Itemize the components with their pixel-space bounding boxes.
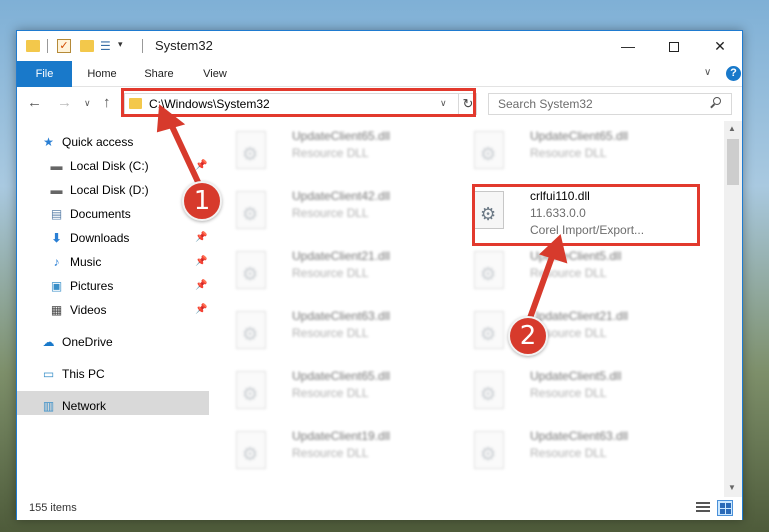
scrollbar-thumb[interactable] [727, 139, 739, 185]
pin-icon: 📌 [195, 280, 208, 291]
vertical-scrollbar[interactable]: ▲ ▼ [724, 121, 742, 497]
maximize-icon [669, 42, 679, 53]
list-item[interactable]: ⚙ UpdateClient65.dll Resource DLL [226, 365, 446, 415]
search-placeholder: Search System32 [498, 97, 593, 111]
tab-file[interactable]: File [17, 61, 72, 87]
forward-button[interactable]: → [57, 94, 72, 111]
sidebar-item-videos[interactable]: ▦ Videos 📌 [17, 299, 212, 321]
dll-file-icon: ⚙ [474, 431, 508, 471]
status-bar: 155 items [17, 497, 742, 520]
customize-toolbar-chevron-icon[interactable]: ▾ [118, 39, 123, 55]
scroll-down-icon[interactable]: ▼ [728, 483, 736, 492]
cloud-icon: ☁ [42, 335, 55, 349]
list-item[interactable]: ⚙ UpdateClient63.dll Resource DLL [464, 425, 684, 475]
dll-file-icon: ⚙ [236, 311, 270, 351]
sidebar-item-downloads[interactable]: ⬇ Downloads 📌 [17, 227, 212, 249]
sidebar-item-onedrive[interactable]: ☁ OneDrive [17, 331, 212, 353]
sidebar-item-quick-access[interactable]: ★ Quick access [17, 131, 212, 153]
navigation-pane: ★ Quick access ▬ Local Disk (C:) 📌 ▬ Loc… [17, 121, 212, 497]
divider [142, 39, 143, 53]
properties-icon[interactable]: ☰ [100, 40, 116, 52]
list-item[interactable]: ⚙ UpdateClient65.dll Resource DLL [464, 125, 684, 175]
details-view-icon[interactable] [696, 502, 710, 514]
drive-icon: ▬ [50, 183, 63, 197]
minimize-button[interactable]: — [605, 31, 651, 61]
step-2-badge: 2 [508, 316, 548, 356]
list-item[interactable]: ⚙ UpdateClient19.dll Resource DLL [226, 425, 446, 475]
film-icon: ▦ [50, 303, 63, 317]
documents-icon: ▤ [50, 207, 63, 221]
list-item[interactable]: ⚙ UpdateClient63.dll Resource DLL [226, 305, 446, 355]
list-item[interactable]: ⚙ UpdateClient5.dll Resource DLL [464, 365, 684, 415]
search-input[interactable]: Search System32 [488, 93, 732, 115]
new-folder-icon[interactable] [80, 40, 94, 52]
expand-ribbon-chevron-icon[interactable]: ∨ [704, 67, 711, 78]
pin-icon: 📌 [195, 256, 208, 267]
dll-file-icon: ⚙ [474, 251, 508, 291]
pin-icon: 📌 [195, 160, 208, 171]
tab-home[interactable]: Home [77, 61, 127, 87]
star-icon: ★ [43, 135, 54, 149]
maximize-button[interactable] [651, 31, 697, 61]
sidebar-item-this-pc[interactable]: ▭ This PC [17, 363, 212, 385]
network-icon: ▥ [42, 399, 55, 413]
sidebar-item-pictures[interactable]: ▣ Pictures 📌 [17, 275, 212, 297]
file-highlight [472, 184, 700, 246]
dll-file-icon: ⚙ [236, 131, 270, 171]
list-item[interactable]: ⚙ UpdateClient21.dll Resource DLL [464, 305, 684, 355]
properties-check-icon[interactable]: ✓ [57, 39, 71, 53]
dll-file-icon: ⚙ [236, 431, 270, 471]
pictures-icon: ▣ [50, 279, 63, 293]
dll-file-icon: ⚙ [474, 311, 508, 351]
search-icon [710, 97, 722, 109]
sidebar-item-network[interactable]: ▥ Network [17, 395, 212, 417]
help-icon[interactable]: ? [726, 66, 741, 81]
download-arrow-icon: ⬇ [51, 231, 62, 245]
list-item[interactable]: ⚙ UpdateClient21.dll Resource DLL [226, 245, 446, 295]
list-item[interactable]: ⚙ UpdateClient5.dll Resource DLL [464, 245, 684, 295]
pin-icon: 📌 [195, 304, 208, 315]
window-title: System32 [155, 38, 213, 53]
step-1-badge: 1 [182, 181, 222, 221]
item-count: 155 items [29, 502, 77, 514]
dll-file-icon: ⚙ [474, 371, 508, 411]
scroll-up-icon[interactable]: ▲ [728, 124, 736, 133]
sidebar-item-music[interactable]: ♪ Music 📌 [17, 251, 212, 273]
back-button[interactable]: ← [27, 94, 42, 111]
monitor-icon: ▭ [42, 367, 55, 381]
list-item[interactable]: ⚙ UpdateClient65.dll Resource DLL [226, 125, 446, 175]
dll-file-icon: ⚙ [474, 131, 508, 171]
music-note-icon: ♪ [53, 255, 60, 269]
list-item[interactable]: ⚙ UpdateClient42.dll Resource DLL [226, 185, 446, 235]
sidebar-item-local-disk-c[interactable]: ▬ Local Disk (C:) 📌 [17, 155, 212, 177]
file-list: ⚙ UpdateClient65.dll Resource DLL ⚙ Upda… [212, 121, 724, 497]
dll-file-icon: ⚙ [236, 251, 270, 291]
dll-file-icon: ⚙ [236, 371, 270, 411]
up-button[interactable]: ↑ [103, 94, 111, 111]
dll-file-icon: ⚙ [236, 191, 270, 231]
address-bar-highlight [121, 88, 476, 117]
tab-view[interactable]: View [193, 61, 237, 87]
ribbon-tabs: File Home Share View ∨ ? [17, 61, 742, 87]
close-button[interactable]: ✕ [697, 31, 743, 61]
divider [47, 39, 48, 53]
pin-icon: 📌 [195, 232, 208, 243]
recent-locations-chevron-icon[interactable]: ∨ [84, 98, 91, 109]
title-bar: ✓ ☰ ▾ System32 — ✕ [17, 31, 742, 61]
tiles-view-icon[interactable] [717, 500, 733, 516]
drive-icon: ▬ [50, 159, 63, 173]
folder-icon[interactable] [26, 40, 40, 52]
tab-share[interactable]: Share [135, 61, 183, 87]
